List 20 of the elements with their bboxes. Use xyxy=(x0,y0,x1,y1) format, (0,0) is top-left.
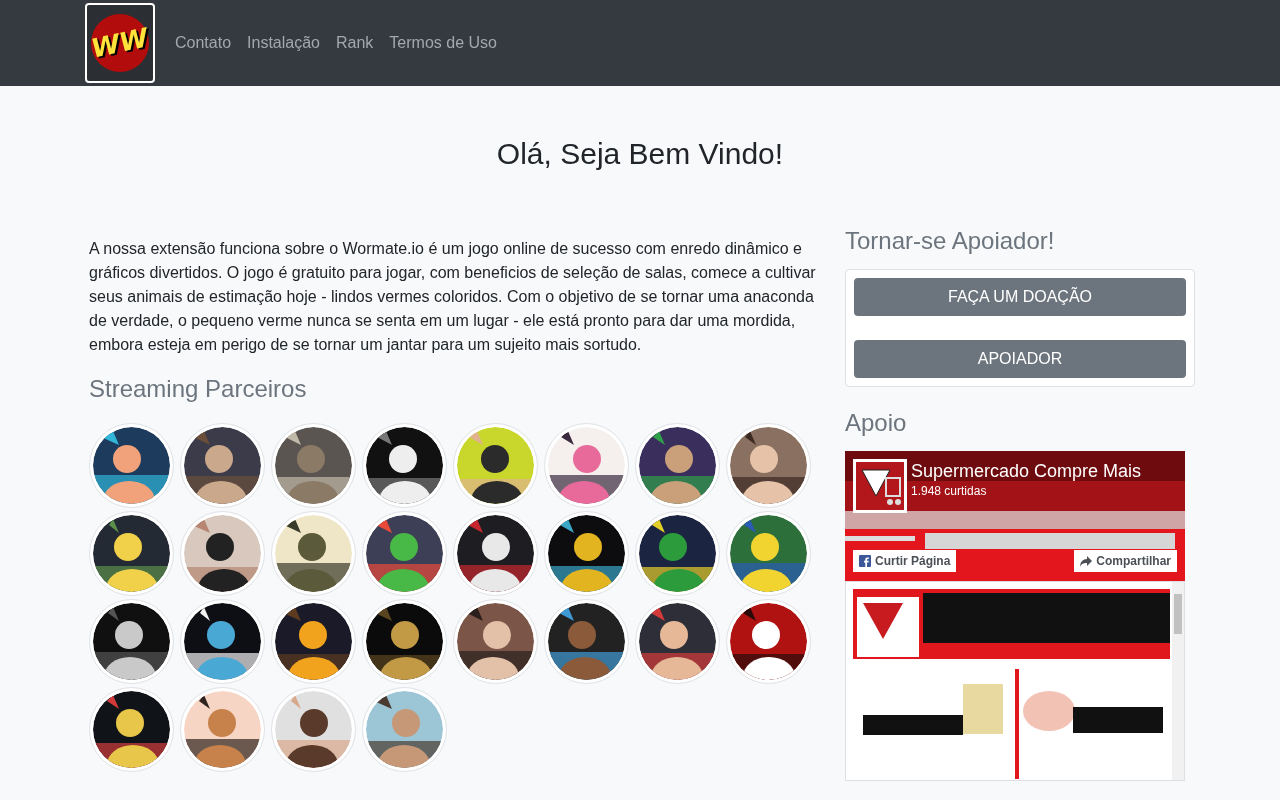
nav-link[interactable]: Contato xyxy=(167,23,240,63)
nav-link[interactable]: Rank xyxy=(328,23,382,63)
section-heading: Tornar-se Apoiador! xyxy=(845,226,1056,256)
share-arrow-icon xyxy=(1080,555,1093,567)
support-button[interactable]: APOIADOR xyxy=(854,340,1186,378)
likes-count: 1.948 curtidas xyxy=(911,483,987,500)
page-heading: Olá, Seja Bem Vindo! xyxy=(495,136,785,172)
section-heading: Apoio xyxy=(845,408,908,438)
section-heading: Streaming Parceiros xyxy=(89,374,308,404)
support-button[interactable]: FAÇA UM DOAÇÃO xyxy=(854,278,1186,316)
logo-text: WW xyxy=(87,20,153,66)
logo[interactable]: WW xyxy=(85,3,155,83)
nav-link[interactable]: Termos de Uso xyxy=(381,23,505,63)
nav-link[interactable]: Instalação xyxy=(239,23,328,63)
like-page-button[interactable]: Curtir Página xyxy=(853,550,957,572)
intro-paragraph: A nossa extensão funciona sobre o Wormate.io é um jogo online de sucesso com enredo dinâmico e gráficos divertidos. O jogo é gratuito para jogar, com beneficios de seleção de salas, comece a cultivar seus animais de estimação hoje - lindos vermes coloridos. Com o objetivo de se tornar uma anaconda de verdade, o pequeno verme nunca se senta em um lugar - ele está pronto para dar uma mordida, embora esteja em perigo de se tornar um jantar para um sujeito mais sortudo. xyxy=(89,239,817,355)
share-button[interactable]: Compartilhar xyxy=(1074,550,1177,572)
facebook-icon xyxy=(859,555,871,567)
scrollbar-thumb[interactable] xyxy=(1174,594,1182,634)
page-logo-icon xyxy=(856,462,904,510)
